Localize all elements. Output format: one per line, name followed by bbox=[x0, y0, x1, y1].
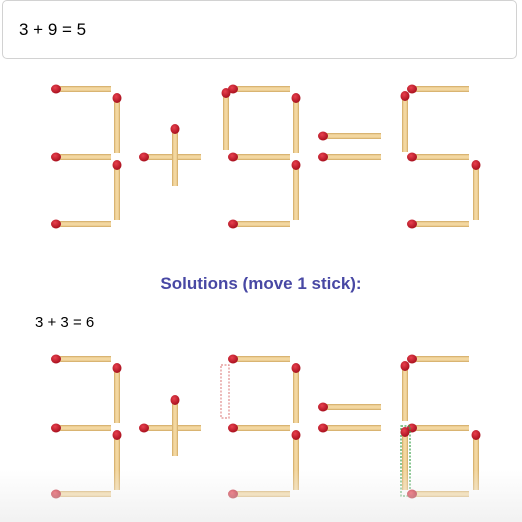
match-head bbox=[139, 423, 149, 433]
match-head bbox=[228, 152, 238, 162]
sol-stick-3-top[interactable] bbox=[51, 354, 111, 364]
match-head bbox=[318, 423, 328, 433]
sol-stick-6-lower-left[interactable] bbox=[400, 427, 410, 490]
stick-9-upper-right[interactable] bbox=[291, 93, 301, 153]
sol-stick-9-bottom[interactable] bbox=[228, 489, 290, 499]
match-head bbox=[228, 219, 238, 229]
sol-stick-9-middle[interactable] bbox=[228, 423, 290, 433]
stick-5-top[interactable] bbox=[407, 84, 469, 94]
sol-stick-equals-bottom[interactable] bbox=[318, 423, 381, 433]
match-head bbox=[112, 160, 122, 170]
match-head bbox=[139, 152, 149, 162]
stick-9-top[interactable] bbox=[228, 84, 290, 94]
removed-stick-outline bbox=[220, 364, 230, 419]
stick-5-middle[interactable] bbox=[407, 152, 469, 162]
match-head bbox=[407, 84, 417, 94]
stick-5-upper-left[interactable] bbox=[400, 91, 410, 152]
match-head bbox=[51, 354, 61, 364]
stick-3-bottom[interactable] bbox=[51, 219, 111, 229]
match-head bbox=[170, 124, 180, 134]
match-head bbox=[228, 489, 238, 499]
sol-stick-3-lower-right[interactable] bbox=[112, 430, 122, 490]
match-head bbox=[407, 219, 417, 229]
match-head bbox=[400, 91, 410, 101]
stick-equals-bottom[interactable] bbox=[318, 152, 381, 162]
stick-5-bottom[interactable] bbox=[407, 219, 469, 229]
match-head bbox=[407, 152, 417, 162]
match-head bbox=[471, 430, 481, 440]
match-head bbox=[291, 93, 301, 103]
match-head bbox=[407, 354, 417, 364]
sol-stick-3-upper-right[interactable] bbox=[112, 363, 122, 423]
match-head bbox=[51, 84, 61, 94]
sol-stick-6-bottom[interactable] bbox=[407, 489, 469, 499]
match-head bbox=[400, 361, 410, 371]
stick-equals-top[interactable] bbox=[318, 131, 381, 141]
match-head bbox=[228, 354, 238, 364]
match-head bbox=[221, 88, 231, 98]
match-head bbox=[170, 395, 180, 405]
stick-9-upper-left[interactable] bbox=[221, 88, 231, 150]
sol-stick-equals-top[interactable] bbox=[318, 402, 381, 412]
match-head bbox=[291, 430, 301, 440]
stick-plus-horizontal[interactable] bbox=[139, 152, 201, 162]
sol-stick-3-middle[interactable] bbox=[51, 423, 111, 433]
match-head bbox=[318, 152, 328, 162]
match-head bbox=[318, 131, 328, 141]
sol-stick-6-upper-left[interactable] bbox=[400, 361, 410, 421]
match-head bbox=[51, 489, 61, 499]
matchstick-board bbox=[51, 84, 481, 499]
match-head bbox=[291, 363, 301, 373]
stick-3-top[interactable] bbox=[51, 84, 111, 94]
match-head bbox=[407, 489, 417, 499]
match-head bbox=[318, 402, 328, 412]
solutions-heading: Solutions (move 1 stick): bbox=[160, 274, 362, 293]
sol-stick-6-lower-right[interactable] bbox=[471, 430, 481, 490]
sol-stick-3-bottom[interactable] bbox=[51, 489, 111, 499]
sol-stick-9-top[interactable] bbox=[228, 354, 290, 364]
match-head bbox=[112, 363, 122, 373]
sol-stick-9-upper-right[interactable] bbox=[291, 363, 301, 423]
stick-9-bottom[interactable] bbox=[228, 219, 290, 229]
match-head bbox=[291, 160, 301, 170]
stick-9-middle[interactable] bbox=[228, 152, 290, 162]
stick-9-lower-right[interactable] bbox=[291, 160, 301, 220]
stick-3-lower-right[interactable] bbox=[112, 160, 122, 220]
match-head bbox=[51, 219, 61, 229]
match-head bbox=[400, 427, 410, 437]
sol-stick-6-middle[interactable] bbox=[407, 423, 469, 433]
solution-equation-sticks bbox=[51, 354, 481, 499]
match-head bbox=[51, 152, 61, 162]
match-head bbox=[228, 423, 238, 433]
puzzle-equation-sticks bbox=[51, 84, 481, 229]
stick-3-middle[interactable] bbox=[51, 152, 111, 162]
stick-3-upper-right[interactable] bbox=[112, 93, 122, 153]
stick-5-lower-right[interactable] bbox=[471, 160, 481, 220]
solution-equation-label: 3 + 3 = 6 bbox=[35, 314, 95, 331]
match-head bbox=[112, 93, 122, 103]
sol-stick-plus-horizontal[interactable] bbox=[139, 423, 201, 433]
sol-stick-9-lower-right[interactable] bbox=[291, 430, 301, 490]
match-head bbox=[51, 423, 61, 433]
sol-stick-6-top[interactable] bbox=[407, 354, 469, 364]
match-head bbox=[112, 430, 122, 440]
match-head bbox=[471, 160, 481, 170]
